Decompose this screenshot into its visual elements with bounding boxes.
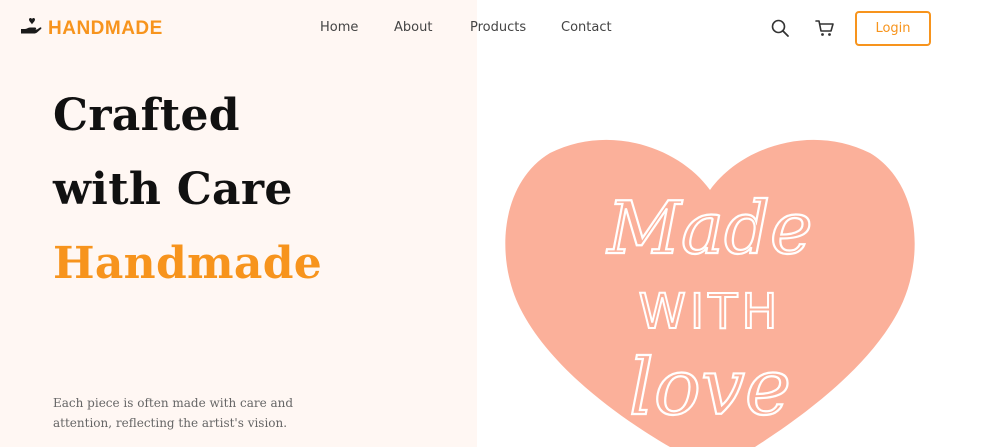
brand-name: HANDMADE — [48, 18, 163, 39]
lettering-made: Made — [605, 186, 812, 270]
search-icon[interactable] — [770, 18, 790, 38]
lettering-love: love — [629, 343, 791, 433]
hand-heart-icon — [20, 17, 42, 42]
lettering-with: WITH — [638, 284, 781, 340]
nav-products[interactable]: Products — [470, 20, 526, 35]
nav-about[interactable]: About — [394, 20, 432, 35]
hero-title-highlight: Handmade — [53, 238, 323, 289]
hero-title-line1: Crafted — [53, 90, 240, 141]
nav-home[interactable]: Home — [320, 20, 358, 35]
brand-logo[interactable]: HANDMADE — [20, 16, 163, 42]
cart-icon[interactable] — [815, 18, 835, 38]
hero-title-line2: with Care — [53, 164, 293, 215]
hero-description: Each piece is often made with care and a… — [53, 396, 294, 430]
login-button[interactable]: Login — [855, 11, 931, 46]
nav-contact[interactable]: Contact — [561, 20, 612, 35]
made-with-love-heart-image: Made WITH love — [505, 139, 915, 447]
hero-left-panel — [0, 0, 477, 447]
